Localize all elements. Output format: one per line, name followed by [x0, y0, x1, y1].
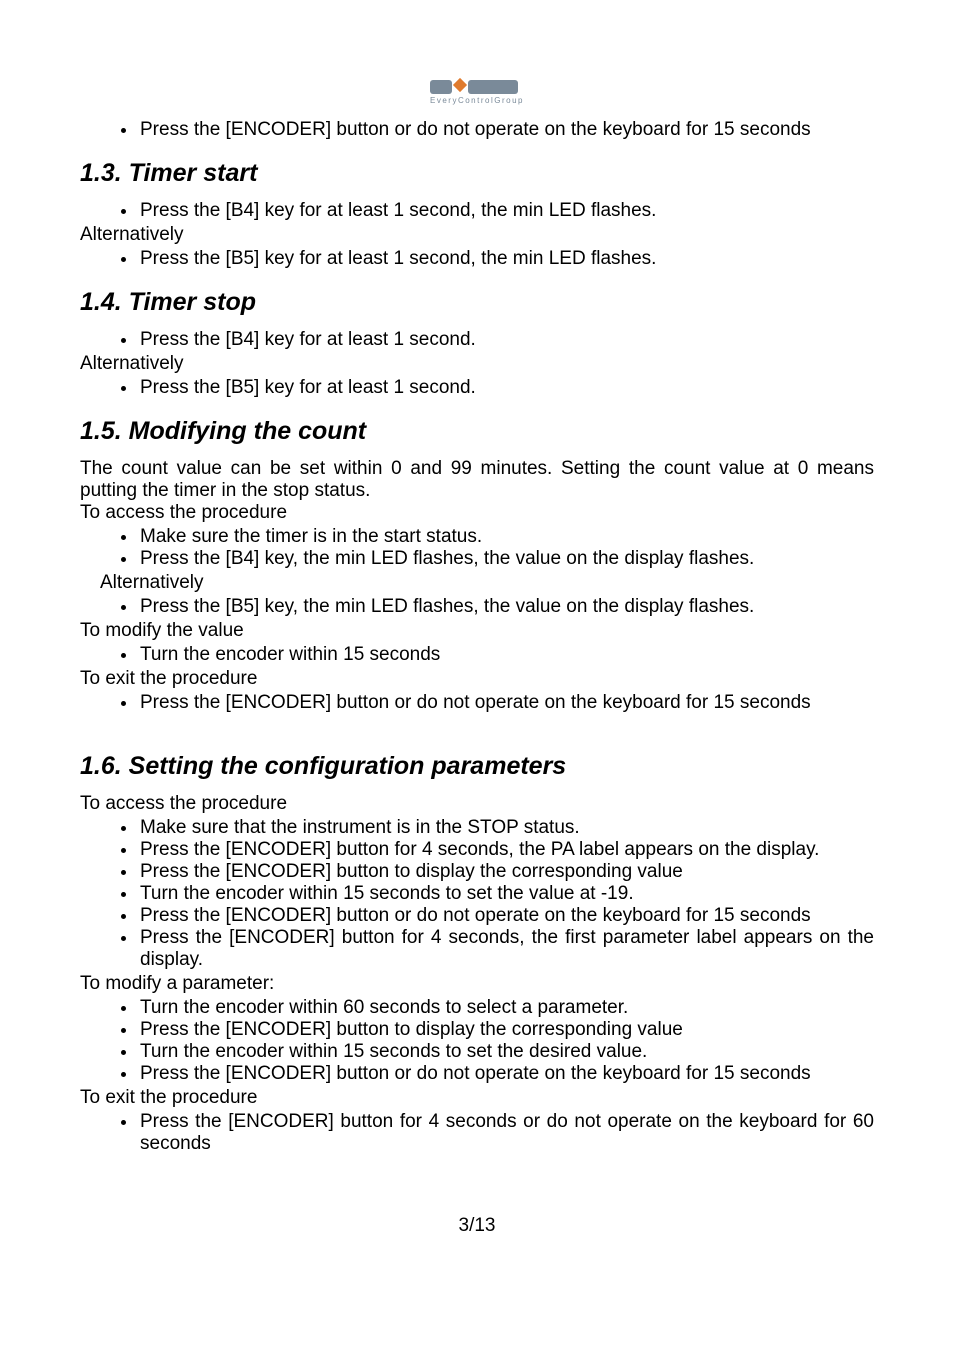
paragraph: To access the procedure	[80, 793, 874, 815]
bullet-item: Press the [B4] key, the min LED flashes,…	[138, 548, 874, 570]
bullet-item: Press the [ENCODER] button to display th…	[138, 1019, 874, 1041]
bullet-item: Press the [ENCODER] button or do not ope…	[138, 692, 874, 714]
page-number: 3/13	[80, 1215, 874, 1237]
paragraph: To modify a parameter:	[80, 973, 874, 995]
paragraph: To access the procedure	[80, 502, 874, 524]
heading-timer-start: 1.3. Timer start	[80, 159, 874, 188]
heading-config-params: 1.6. Setting the configuration parameter…	[80, 752, 874, 781]
paragraph: To modify the value	[80, 620, 874, 642]
paragraph: To exit the procedure	[80, 668, 874, 690]
heading-modifying-count: 1.5. Modifying the count	[80, 417, 874, 446]
logo-graphic: EveryControlGroup	[430, 80, 524, 105]
bullet-item: Press the [ENCODER] button for 4 seconds…	[138, 839, 874, 861]
paragraph: The count value can be set within 0 and …	[80, 458, 874, 502]
bullet-item: Turn the encoder within 15 seconds to se…	[138, 883, 874, 905]
bullet-item: Press the [ENCODER] button or do not ope…	[138, 1063, 874, 1085]
bullet-item: Press the [ENCODER] button or do not ope…	[138, 905, 874, 927]
bullet-item: Turn the encoder within 60 seconds to se…	[138, 997, 874, 1019]
bullet-item: Press the [B4] key for at least 1 second…	[138, 200, 874, 222]
paragraph: Alternatively	[80, 572, 874, 594]
bullet-item: Turn the encoder within 15 seconds to se…	[138, 1041, 874, 1063]
bullet-item: Press the [ENCODER] button for 4 seconds…	[138, 1111, 874, 1155]
paragraph: Alternatively	[80, 353, 874, 375]
bullet-item: Press the [B5] key, the min LED flashes,…	[138, 596, 874, 618]
bullet-item: Turn the encoder within 15 seconds	[138, 644, 874, 666]
bullet-item: Press the [ENCODER] button or do not ope…	[138, 119, 874, 141]
bullet-item: Press the [B4] key for at least 1 second…	[138, 329, 874, 351]
bullet-item: Press the [B5] key for at least 1 second…	[138, 377, 874, 399]
bullet-item: Make sure the timer is in the start stat…	[138, 526, 874, 548]
bullet-item: Press the [ENCODER] button to display th…	[138, 861, 874, 883]
bullet-item: Press the [B5] key for at least 1 second…	[138, 248, 874, 270]
heading-timer-stop: 1.4. Timer stop	[80, 288, 874, 317]
bullet-item: Press the [ENCODER] button for 4 seconds…	[138, 927, 874, 971]
bullet-item: Make sure that the instrument is in the …	[138, 817, 874, 839]
logo-subtext: EveryControlGroup	[430, 96, 524, 105]
paragraph: To exit the procedure	[80, 1087, 874, 1109]
paragraph: Alternatively	[80, 224, 874, 246]
logo: EveryControlGroup	[80, 80, 874, 109]
